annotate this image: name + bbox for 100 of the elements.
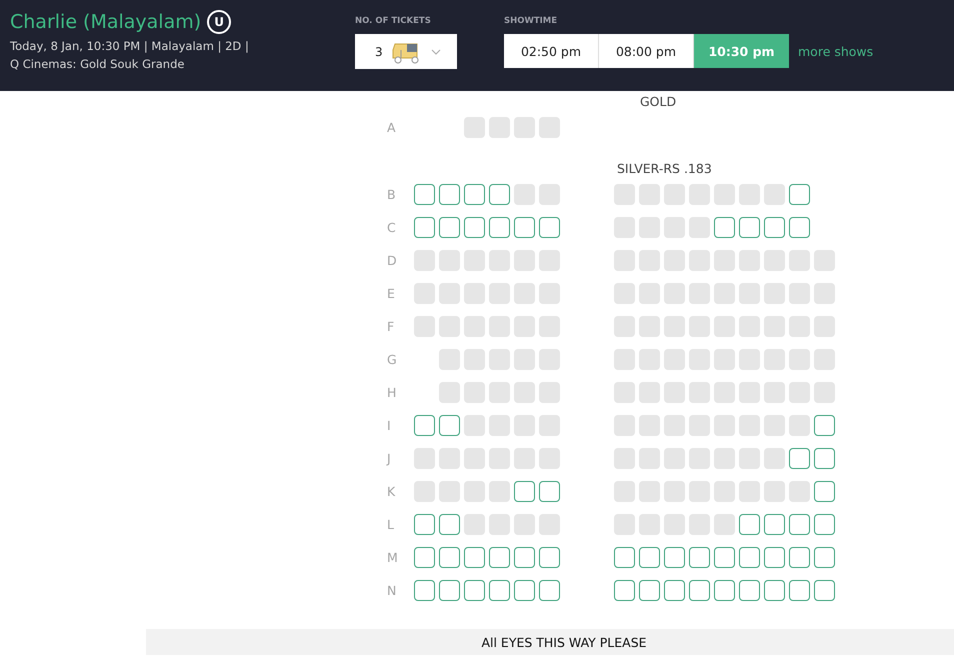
sold-seat: [814, 349, 835, 370]
sold-seat: [739, 481, 760, 502]
sold-seat: [739, 316, 760, 337]
sold-seat: [539, 316, 560, 337]
available-seat[interactable]: [514, 547, 535, 568]
sold-seat: [639, 184, 660, 205]
available-seat[interactable]: [464, 184, 485, 205]
available-seat[interactable]: [614, 547, 635, 568]
row-label: M: [386, 550, 399, 565]
available-seat[interactable]: [814, 448, 835, 469]
sold-seat: [764, 349, 785, 370]
available-seat[interactable]: [439, 580, 460, 601]
sold-seat: [739, 382, 760, 403]
available-seat[interactable]: [664, 580, 685, 601]
cinema-name: Q Cinemas: Gold Souk Grande: [10, 57, 186, 71]
sold-seat: [764, 250, 785, 271]
available-seat[interactable]: [739, 514, 760, 535]
available-seat[interactable]: [464, 580, 485, 601]
showtime-tab[interactable]: 02:50 pm: [504, 34, 599, 68]
sold-seat: [714, 184, 735, 205]
ticket-count-dropdown[interactable]: 3: [355, 34, 457, 69]
available-seat[interactable]: [814, 415, 835, 436]
available-seat[interactable]: [489, 217, 510, 238]
available-seat[interactable]: [539, 547, 560, 568]
available-seat[interactable]: [439, 415, 460, 436]
sold-seat: [664, 250, 685, 271]
available-seat[interactable]: [789, 217, 810, 238]
available-seat[interactable]: [664, 547, 685, 568]
available-seat[interactable]: [439, 514, 460, 535]
row-label: A: [386, 120, 397, 135]
sold-seat: [764, 481, 785, 502]
sold-seat: [664, 217, 685, 238]
available-seat[interactable]: [514, 217, 535, 238]
sold-seat: [714, 349, 735, 370]
showtime-tab[interactable]: 08:00 pm: [599, 34, 694, 68]
available-seat[interactable]: [789, 184, 810, 205]
available-seat[interactable]: [789, 448, 810, 469]
available-seat[interactable]: [714, 547, 735, 568]
available-seat[interactable]: [539, 580, 560, 601]
sold-seat: [689, 217, 710, 238]
available-seat[interactable]: [764, 547, 785, 568]
available-seat[interactable]: [514, 580, 535, 601]
sold-seat: [689, 184, 710, 205]
available-seat[interactable]: [739, 217, 760, 238]
sold-seat: [489, 514, 510, 535]
available-seat[interactable]: [714, 580, 735, 601]
available-seat[interactable]: [489, 580, 510, 601]
sold-seat: [489, 117, 510, 138]
available-seat[interactable]: [414, 580, 435, 601]
available-seat[interactable]: [814, 481, 835, 502]
available-seat[interactable]: [439, 217, 460, 238]
available-seat[interactable]: [789, 580, 810, 601]
available-seat[interactable]: [439, 547, 460, 568]
sold-seat: [639, 448, 660, 469]
sold-seat: [439, 316, 460, 337]
sold-seat: [714, 382, 735, 403]
available-seat[interactable]: [514, 481, 535, 502]
available-seat[interactable]: [414, 217, 435, 238]
sold-seat: [814, 382, 835, 403]
available-seat[interactable]: [489, 184, 510, 205]
available-seat[interactable]: [814, 580, 835, 601]
available-seat[interactable]: [714, 217, 735, 238]
sold-seat: [714, 481, 735, 502]
available-seat[interactable]: [414, 514, 435, 535]
available-seat[interactable]: [414, 415, 435, 436]
available-seat[interactable]: [764, 580, 785, 601]
available-seat[interactable]: [764, 217, 785, 238]
caret-icon: [430, 48, 441, 54]
available-seat[interactable]: [814, 547, 835, 568]
available-seat[interactable]: [614, 580, 635, 601]
sold-seat: [714, 415, 735, 436]
available-seat[interactable]: [639, 580, 660, 601]
available-seat[interactable]: [539, 217, 560, 238]
available-seat[interactable]: [414, 547, 435, 568]
available-seat[interactable]: [489, 547, 510, 568]
available-seat[interactable]: [814, 514, 835, 535]
sold-seat: [439, 481, 460, 502]
available-seat[interactable]: [464, 217, 485, 238]
sold-seat: [414, 448, 435, 469]
available-seat[interactable]: [639, 547, 660, 568]
sold-seat: [514, 250, 535, 271]
available-seat[interactable]: [464, 547, 485, 568]
available-seat[interactable]: [789, 547, 810, 568]
showtime-label: SHOWTIME: [504, 16, 558, 26]
available-seat[interactable]: [414, 184, 435, 205]
sold-seat: [664, 481, 685, 502]
available-seat[interactable]: [539, 481, 560, 502]
available-seat[interactable]: [689, 580, 710, 601]
more-shows-link[interactable]: more shows: [798, 44, 874, 58]
sold-seat: [539, 448, 560, 469]
available-seat[interactable]: [739, 547, 760, 568]
available-seat[interactable]: [689, 547, 710, 568]
available-seat[interactable]: [789, 514, 810, 535]
sold-seat: [789, 415, 810, 436]
available-seat[interactable]: [739, 580, 760, 601]
available-seat[interactable]: [764, 514, 785, 535]
sold-seat: [639, 217, 660, 238]
sold-seat: [689, 514, 710, 535]
sold-seat: [514, 349, 535, 370]
available-seat[interactable]: [439, 184, 460, 205]
